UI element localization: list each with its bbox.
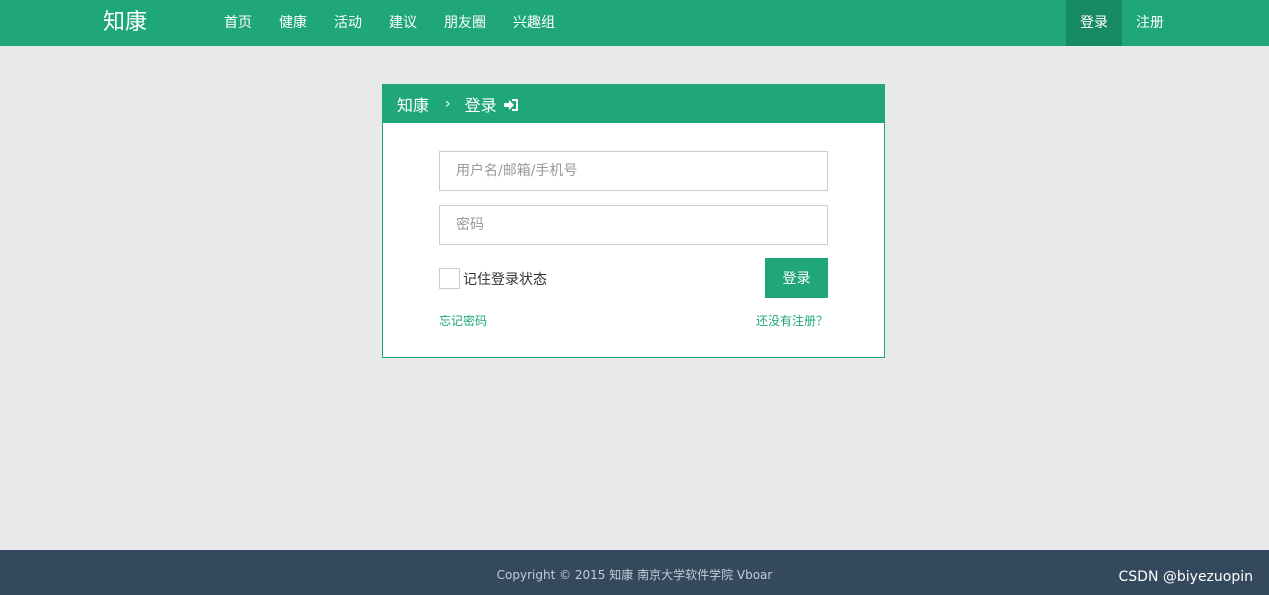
watermark-text: CSDN @biyezuopin [1118,569,1253,585]
login-button[interactable]: 登录 [765,258,828,298]
username-input[interactable] [439,151,828,191]
nav-link-health[interactable]: 健康 [279,0,307,46]
nav-link-home[interactable]: 首页 [224,0,252,46]
remember-checkbox[interactable] [439,268,460,289]
copyright-text: Copyright © 2015 知康 南京大学软件学院 Vboar [496,568,773,582]
nav-login[interactable]: 登录 [1066,0,1122,46]
remember-me[interactable]: 记住登录状态 [439,268,547,289]
breadcrumb-separator: › [445,96,451,112]
register-link[interactable]: 还没有注册？ [756,312,828,329]
login-form: 记住登录状态 登录 忘记密码 还没有注册？ [383,123,884,357]
nav-auth: 登录 注册 [1066,0,1178,46]
nav-register[interactable]: 注册 [1122,0,1178,46]
footer: Copyright © 2015 知康 南京大学软件学院 Vboar CSDN … [0,550,1269,595]
nav-link-suggestion[interactable]: 建议 [389,0,417,46]
login-panel: 知康 › 登录 记住登录状态 登录 忘记密码 还没有注册？ [382,84,885,358]
breadcrumb-home[interactable]: 知康 [397,92,429,116]
brand-logo[interactable]: 知康 [103,8,147,38]
sign-in-icon [503,97,519,111]
forgot-password-link[interactable]: 忘记密码 [439,312,487,329]
nav-link-interest-group[interactable]: 兴趣组 [513,0,555,46]
main-nav: 首页 健康 活动 建议 朋友圈 兴趣组 [224,0,582,46]
nav-link-moments[interactable]: 朋友圈 [444,0,486,46]
password-input[interactable] [439,205,828,245]
login-panel-header: 知康 › 登录 [383,85,884,123]
remember-label: 记住登录状态 [463,271,547,288]
top-navbar: 知康 首页 健康 活动 建议 朋友圈 兴趣组 登录 注册 [0,0,1269,46]
breadcrumb-current: 登录 [464,96,497,115]
nav-link-activity[interactable]: 活动 [334,0,362,46]
